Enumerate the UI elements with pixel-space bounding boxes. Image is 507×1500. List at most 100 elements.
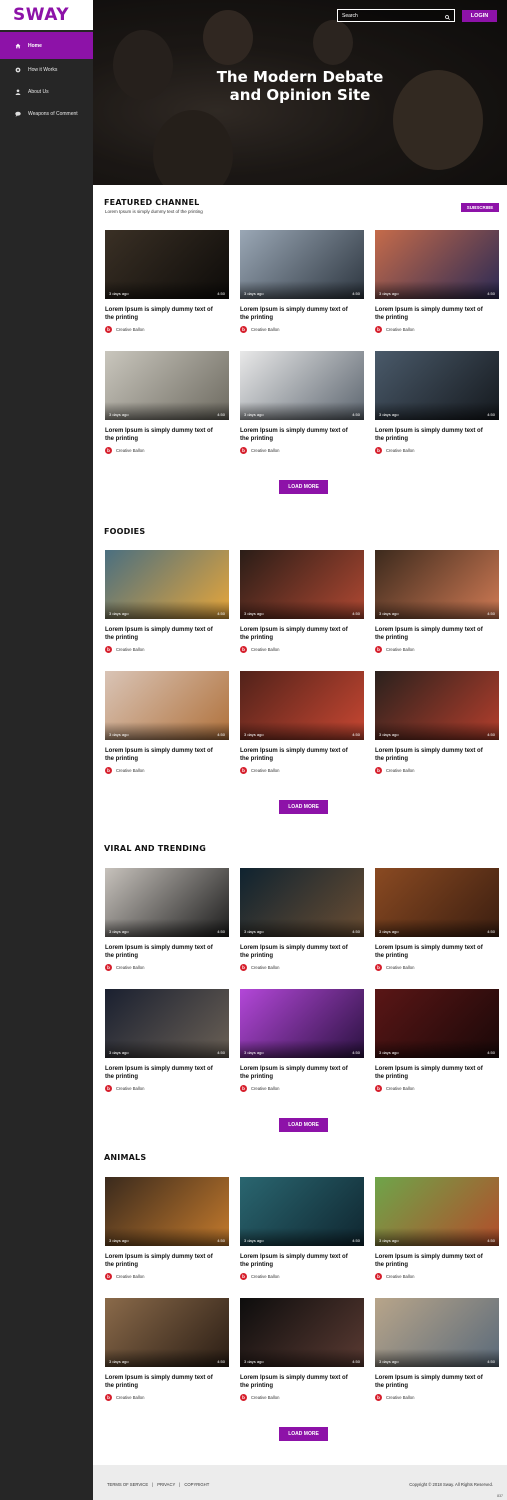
sidebar-item-about-us[interactable]: About Us	[0, 81, 93, 103]
video-card[interactable]: 3 days ago 4:50 Lorem Ipsum is simply dumm…	[105, 230, 229, 333]
video-author[interactable]: b Creative Ballon	[240, 646, 364, 653]
video-card[interactable]: 3 days ago 4:50 Lorem Ipsum is simply dumm…	[375, 868, 499, 971]
video-author[interactable]: b Creative Ballon	[240, 767, 364, 774]
video-title[interactable]: Lorem Ipsum is simply dummy text of the …	[375, 1253, 485, 1269]
video-thumbnail[interactable]: 3 days ago 4:50	[105, 1298, 229, 1367]
video-thumbnail[interactable]: 3 days ago 4:50	[105, 868, 229, 937]
video-thumbnail[interactable]: 3 days ago 4:50	[240, 1177, 364, 1246]
logo[interactable]: SWAY	[13, 5, 69, 25]
video-card[interactable]: 3 days ago 4:50 Lorem Ipsum is simply dumm…	[240, 868, 364, 971]
video-title[interactable]: Lorem Ipsum is simply dummy text of the …	[240, 944, 350, 960]
video-author[interactable]: b Creative Ballon	[375, 646, 499, 653]
video-title[interactable]: Lorem Ipsum is simply dummy text of the …	[375, 1065, 485, 1081]
video-title[interactable]: Lorem Ipsum is simply dummy text of the …	[240, 747, 350, 763]
video-thumbnail[interactable]: 3 days ago 4:50	[375, 989, 499, 1058]
video-author[interactable]: b Creative Ballon	[375, 447, 499, 454]
sidebar-item-how-it-works[interactable]: How it Works	[0, 59, 93, 81]
video-title[interactable]: Lorem Ipsum is simply dummy text of the …	[105, 427, 215, 443]
video-title[interactable]: Lorem Ipsum is simply dummy text of the …	[240, 1065, 350, 1081]
video-thumbnail[interactable]: 3 days ago 4:50	[240, 1298, 364, 1367]
video-author[interactable]: b Creative Ballon	[240, 447, 364, 454]
video-title[interactable]: Lorem Ipsum is simply dummy text of the …	[375, 427, 485, 443]
video-author[interactable]: b Creative Ballon	[105, 1085, 229, 1092]
video-card[interactable]: 3 days ago 4:50 Lorem Ipsum is simply dumm…	[375, 989, 499, 1092]
load-more-button[interactable]: LOAD MORE	[279, 480, 328, 494]
logo-box[interactable]: SWAY	[0, 0, 93, 30]
video-thumbnail[interactable]: 3 days ago 4:50	[375, 1298, 499, 1367]
video-title[interactable]: Lorem Ipsum is simply dummy text of the …	[240, 306, 350, 322]
video-title[interactable]: Lorem Ipsum is simply dummy text of the …	[105, 944, 215, 960]
video-thumbnail[interactable]: 3 days ago 4:50	[105, 1177, 229, 1246]
footer-link-copyright[interactable]: COPYRIGHT	[184, 1482, 209, 1487]
video-card[interactable]: 3 days ago 4:50 Lorem Ipsum is simply dumm…	[240, 550, 364, 653]
video-title[interactable]: Lorem Ipsum is simply dummy text of the …	[375, 747, 485, 763]
video-title[interactable]: Lorem Ipsum is simply dummy text of the …	[240, 626, 350, 642]
video-author[interactable]: b Creative Ballon	[105, 326, 229, 333]
video-author[interactable]: b Creative Ballon	[375, 1273, 499, 1280]
search-icon[interactable]	[445, 7, 450, 25]
video-card[interactable]: 3 days ago 4:50 Lorem Ipsum is simply dumm…	[105, 351, 229, 454]
video-card[interactable]: 3 days ago 4:50 Lorem Ipsum is simply dumm…	[375, 230, 499, 333]
video-title[interactable]: Lorem Ipsum is simply dummy text of the …	[105, 747, 215, 763]
video-title[interactable]: Lorem Ipsum is simply dummy text of the …	[105, 1374, 215, 1390]
video-thumbnail[interactable]: 3 days ago 4:50	[375, 1177, 499, 1246]
video-author[interactable]: b Creative Ballon	[105, 767, 229, 774]
video-card[interactable]: 3 days ago 4:50 Lorem Ipsum is simply dumm…	[105, 1177, 229, 1280]
video-author[interactable]: b Creative Ballon	[240, 1085, 364, 1092]
video-title[interactable]: Lorem Ipsum is simply dummy text of the …	[240, 1253, 350, 1269]
video-title[interactable]: Lorem Ipsum is simply dummy text of the …	[375, 626, 485, 642]
video-title[interactable]: Lorem Ipsum is simply dummy text of the …	[105, 626, 215, 642]
video-author[interactable]: b Creative Ballon	[240, 326, 364, 333]
video-author[interactable]: b Creative Ballon	[105, 1394, 229, 1401]
video-thumbnail[interactable]: 3 days ago 4:50	[105, 989, 229, 1058]
video-thumbnail[interactable]: 3 days ago 4:50	[105, 671, 229, 740]
video-card[interactable]: 3 days ago 4:50 Lorem Ipsum is simply dumm…	[240, 351, 364, 454]
footer-link-terms[interactable]: TERMS OF SERVICE	[107, 1482, 148, 1487]
video-thumbnail[interactable]: 3 days ago 4:50	[240, 868, 364, 937]
video-title[interactable]: Lorem Ipsum is simply dummy text of the …	[105, 306, 215, 322]
video-thumbnail[interactable]: 3 days ago 4:50	[240, 671, 364, 740]
video-thumbnail[interactable]: 3 days ago 4:50	[375, 230, 499, 299]
video-card[interactable]: 3 days ago 4:50 Lorem Ipsum is simply dumm…	[240, 1177, 364, 1280]
video-title[interactable]: Lorem Ipsum is simply dummy text of the …	[105, 1253, 215, 1269]
video-author[interactable]: b Creative Ballon	[105, 1273, 229, 1280]
video-thumbnail[interactable]: 3 days ago 4:50	[375, 868, 499, 937]
video-thumbnail[interactable]: 3 days ago 4:50	[105, 351, 229, 420]
video-author[interactable]: b Creative Ballon	[105, 964, 229, 971]
video-thumbnail[interactable]: 3 days ago 4:50	[375, 671, 499, 740]
video-author[interactable]: b Creative Ballon	[240, 1273, 364, 1280]
video-author[interactable]: b Creative Ballon	[105, 447, 229, 454]
load-more-button[interactable]: LOAD MORE	[279, 800, 328, 814]
video-thumbnail[interactable]: 3 days ago 4:50	[105, 550, 229, 619]
video-author[interactable]: b Creative Ballon	[375, 326, 499, 333]
video-author[interactable]: b Creative Ballon	[105, 646, 229, 653]
video-title[interactable]: Lorem Ipsum is simply dummy text of the …	[375, 306, 485, 322]
video-thumbnail[interactable]: 3 days ago 4:50	[240, 550, 364, 619]
search-input[interactable]	[342, 12, 432, 19]
video-card[interactable]: 3 days ago 4:50 Lorem Ipsum is simply dumm…	[240, 1298, 364, 1401]
video-author[interactable]: b Creative Ballon	[240, 1394, 364, 1401]
video-author[interactable]: b Creative Ballon	[375, 767, 499, 774]
video-author[interactable]: b Creative Ballon	[240, 964, 364, 971]
video-title[interactable]: Lorem Ipsum is simply dummy text of the …	[375, 944, 485, 960]
video-card[interactable]: 3 days ago 4:50 Lorem Ipsum is simply dumm…	[375, 1298, 499, 1401]
video-thumbnail[interactable]: 3 days ago 4:50	[375, 351, 499, 420]
video-card[interactable]: 3 days ago 4:50 Lorem Ipsum is simply dumm…	[105, 550, 229, 653]
video-card[interactable]: 3 days ago 4:50 Lorem Ipsum is simply dumm…	[105, 868, 229, 971]
video-card[interactable]: 3 days ago 4:50 Lorem Ipsum is simply dumm…	[375, 671, 499, 774]
video-card[interactable]: 3 days ago 4:50 Lorem Ipsum is simply dumm…	[240, 989, 364, 1092]
video-title[interactable]: Lorem Ipsum is simply dummy text of the …	[240, 427, 350, 443]
video-card[interactable]: 3 days ago 4:50 Lorem Ipsum is simply dumm…	[240, 671, 364, 774]
video-card[interactable]: 3 days ago 4:50 Lorem Ipsum is simply dumm…	[105, 989, 229, 1092]
sidebar-item-home[interactable]: Home	[0, 32, 93, 59]
video-thumbnail[interactable]: 3 days ago 4:50	[240, 351, 364, 420]
video-title[interactable]: Lorem Ipsum is simply dummy text of the …	[375, 1374, 485, 1390]
video-thumbnail[interactable]: 3 days ago 4:50	[240, 230, 364, 299]
login-button[interactable]: LOGIN	[462, 10, 497, 22]
video-author[interactable]: b Creative Ballon	[375, 1085, 499, 1092]
video-thumbnail[interactable]: 3 days ago 4:50	[105, 230, 229, 299]
video-title[interactable]: Lorem Ipsum is simply dummy text of the …	[105, 1065, 215, 1081]
subscribe-button[interactable]: SUBSCRIBE	[461, 203, 499, 212]
load-more-button[interactable]: LOAD MORE	[279, 1118, 328, 1132]
video-card[interactable]: 3 days ago 4:50 Lorem Ipsum is simply dumm…	[240, 230, 364, 333]
